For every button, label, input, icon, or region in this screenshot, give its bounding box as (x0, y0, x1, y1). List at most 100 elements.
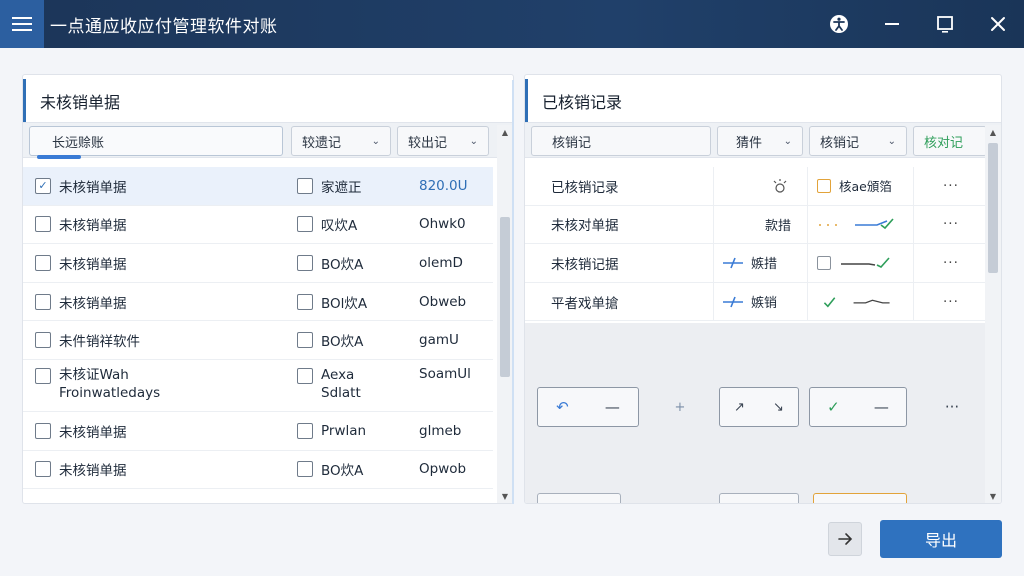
unsettled-list: ✓ 未核销单据 家遮正 820.0U 未核销单据 叹炊A Ohwk0 未核销单据 … (23, 167, 493, 490)
table-row[interactable]: 未件销祥软件 BO炊A gamU (23, 321, 493, 360)
filter-dropdown-1[interactable]: 较遗记 ⌄ (291, 126, 391, 156)
row-status: BO炊A (321, 334, 364, 351)
row-status-checkbox[interactable] (297, 254, 313, 271)
settled-panel: 已核销记录 核销记 猜件 ⌄ 核销记 ⌄ 核对记 已核销记录 核ae頒箔 ···… (524, 74, 1002, 504)
trend-line-icon (819, 218, 894, 230)
chevron-down-icon: ⌄ (469, 135, 478, 147)
export-button[interactable]: 导出 (880, 520, 1002, 558)
table-row[interactable]: 未核销单据 BO炊A Opwob (23, 451, 493, 490)
filter-dropdown-2[interactable]: 较出记 ⌄ (397, 126, 489, 156)
maximize-button[interactable] (918, 0, 971, 48)
more-button[interactable]: ··· (943, 244, 959, 282)
table-row[interactable]: 未核销单据 Prwlan glmeb (23, 412, 493, 451)
row-checkbox[interactable] (35, 461, 51, 478)
search-input[interactable] (29, 126, 283, 156)
row-status-checkbox[interactable] (297, 177, 313, 194)
window-title: 一点通应收应付管理软件对账 (50, 16, 278, 37)
row-status-checkbox[interactable] (297, 461, 313, 478)
table-row[interactable]: 未核销单据 BOl炊A Obweb (23, 283, 493, 322)
settled-panel-title: 已核销记录 (525, 79, 1001, 123)
record-tag: 核ae頒箔 (839, 179, 892, 195)
record-tag-checkbox[interactable] (817, 255, 831, 270)
filter-dropdown-6-label: 核对记 (924, 135, 964, 151)
row-checkbox[interactable] (35, 254, 51, 271)
row-checkbox[interactable] (35, 332, 51, 349)
next-button[interactable] (828, 522, 862, 556)
filter-dropdown-4[interactable]: 猜件 ⌄ (717, 126, 803, 156)
accessibility-button[interactable] (812, 0, 865, 48)
table-row[interactable]: 未核对单据 款措 ··· (525, 206, 985, 245)
link-icon: ↗ (734, 399, 745, 415)
row-value: glmeb (419, 422, 462, 439)
partial-control (537, 493, 621, 503)
table-row[interactable]: 未核证Wah Froinwatledays Aexa Sdlatt SoamUl (23, 360, 493, 412)
row-status: Prwlan (321, 422, 367, 439)
right-scroll-thumb[interactable] (988, 143, 998, 273)
row-status-checkbox[interactable] (297, 422, 313, 439)
menu-button[interactable] (0, 0, 44, 48)
row-name: 未核销单据 (59, 424, 127, 441)
table-row[interactable]: 平者戏单搶 嫉销 ··· (525, 283, 985, 322)
filter-dropdown-6[interactable]: 核对记 (913, 126, 987, 156)
row-status: BO炊A (321, 256, 364, 273)
arrow-right-icon (838, 533, 853, 545)
more-icon: ··· (944, 398, 960, 416)
record-tag-checkbox[interactable] (817, 178, 831, 193)
row-status: Aexa (321, 366, 355, 383)
filter-dropdown-3[interactable]: 核销记 (531, 126, 711, 156)
scroll-up-icon[interactable]: ▲ (497, 125, 513, 139)
add-control[interactable]: + (643, 387, 717, 427)
row-checkbox[interactable] (35, 367, 51, 384)
left-filter-bar: 较遗记 ⌄ 较出记 ⌄ (23, 122, 513, 159)
row-checkbox[interactable]: ✓ (35, 177, 51, 194)
split-arrow-icon (723, 257, 743, 269)
left-scrollbar[interactable]: ▲ ▼ (497, 125, 513, 503)
row-value: Obweb (419, 293, 467, 310)
row-status-checkbox[interactable] (297, 293, 313, 310)
more-control[interactable]: ··· (917, 387, 987, 427)
row-status-checkbox[interactable] (297, 216, 313, 233)
scroll-down-icon[interactable]: ▼ (985, 489, 1001, 503)
table-row[interactable]: 已核销记录 核ae頒箔 ··· (525, 167, 985, 206)
row-checkbox[interactable] (35, 422, 51, 439)
row-name: 未核销单据 (59, 463, 127, 480)
scroll-down-icon[interactable]: ▼ (497, 489, 513, 503)
row-status-checkbox[interactable] (297, 332, 313, 349)
row-status: 叹炊A (321, 218, 358, 235)
refresh-control[interactable]: ↶ — (537, 387, 639, 427)
link-control[interactable]: ↗ ↘ (719, 387, 799, 427)
table-row[interactable]: 未核销记据 嫉措 ··· (525, 244, 985, 283)
trend-line-icon (841, 257, 890, 268)
table-row[interactable]: 未核销单据 BO炊A olemD (23, 244, 493, 283)
close-icon (990, 17, 1005, 31)
confirm-control[interactable]: ✓ — (809, 387, 907, 427)
row-checkbox[interactable] (35, 216, 51, 233)
table-row[interactable]: ✓ 未核销单据 家遮正 820.0U (23, 167, 493, 206)
right-scrollbar[interactable]: ▲ ▼ (985, 125, 1001, 503)
chevron-down-icon: ⌄ (887, 135, 896, 147)
more-button[interactable]: ··· (943, 206, 959, 244)
row-checkbox[interactable] (35, 293, 51, 310)
table-row[interactable]: 未核销单据 叹炊A Ohwk0 (23, 206, 493, 245)
record-name: 未核销记据 (551, 256, 619, 273)
row-status: 家遮正 (321, 179, 362, 196)
plus-icon: + (674, 399, 686, 415)
left-scroll-thumb[interactable] (500, 217, 510, 377)
minimize-button[interactable] (865, 0, 918, 48)
row-name: 未核销单据 (59, 179, 127, 196)
record-action: 款措 (765, 218, 792, 234)
scroll-up-icon[interactable]: ▲ (985, 125, 1001, 139)
close-button[interactable] (971, 0, 1024, 48)
row-status: BO炊A (321, 463, 364, 480)
more-button[interactable]: ··· (943, 167, 959, 205)
settled-list: 已核销记录 核ae頒箔 ··· 未核对单据 款措 ··· 未核销记据 嫉措 ··… (525, 167, 985, 322)
more-button[interactable]: ··· (943, 283, 959, 321)
check-trend-icon (823, 296, 890, 308)
unlink-icon: ↘ (773, 399, 784, 415)
row-status-checkbox[interactable] (297, 367, 313, 384)
row-status: BOl炊A (321, 295, 368, 312)
filter-dropdown-5[interactable]: 核销记 ⌄ (809, 126, 907, 156)
unsettled-panel: 未核销单据 较遗记 ⌄ 较出记 ⌄ ✓ 未核销单据 家遮正 820.0U 未核销单… (22, 74, 514, 504)
refresh-icon: ↶ (556, 398, 569, 416)
sort-indicator (37, 155, 81, 159)
